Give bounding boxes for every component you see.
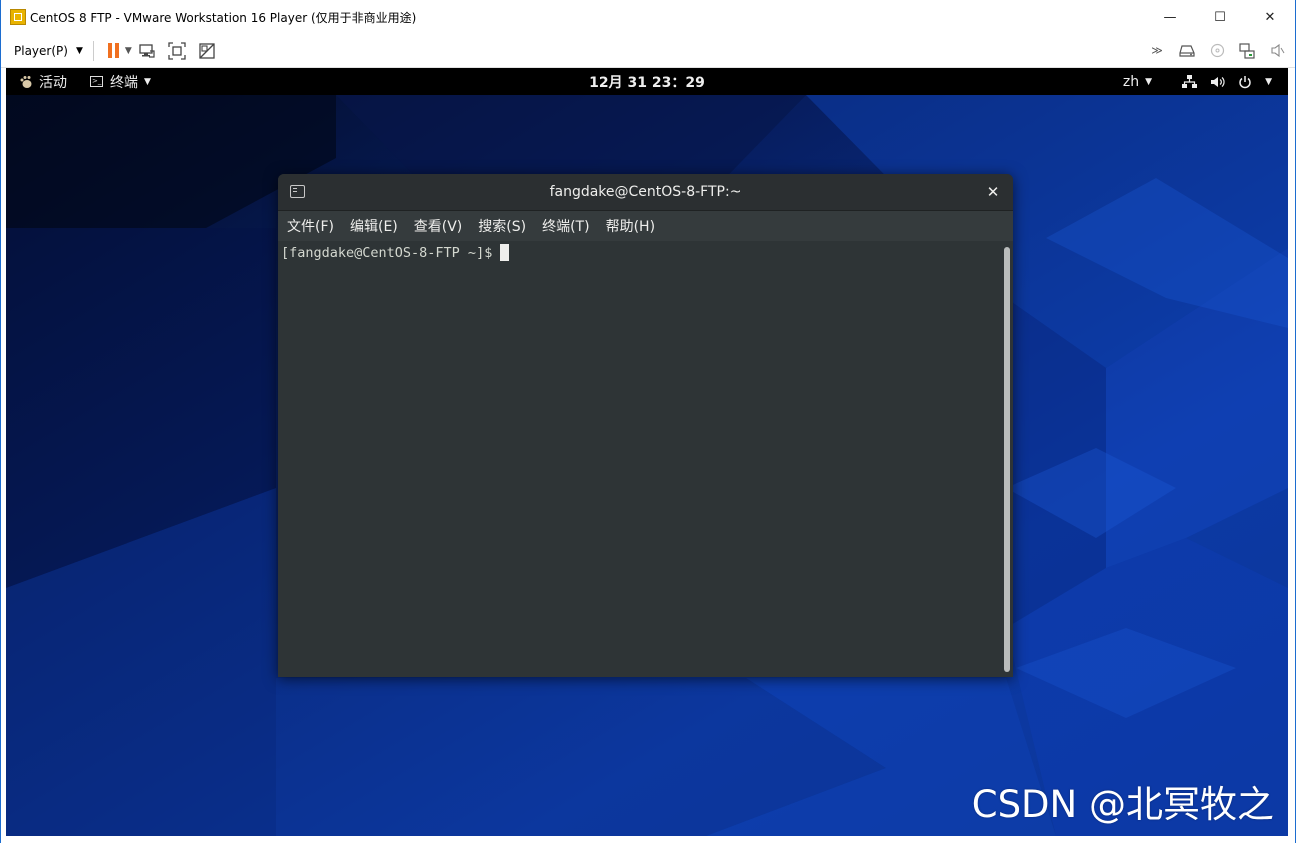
caret-down-icon: ▼ [144, 76, 151, 87]
csdn-watermark: CSDN @北冥牧之 [971, 783, 1274, 826]
chevron-down-icon: ▼ [75, 45, 83, 56]
fullscreen-button[interactable] [168, 41, 186, 60]
minimize-icon: — [1163, 9, 1177, 25]
gnome-foot-icon [20, 75, 32, 88]
cd-dvd-button[interactable] [1209, 43, 1225, 59]
hard-disk-icon [1179, 44, 1195, 57]
close-icon: ✕ [1264, 9, 1276, 25]
menu-view[interactable]: 查看(V) [414, 216, 463, 236]
player-menu-button[interactable]: Player(P) ▼ [14, 44, 83, 58]
unity-button[interactable] [198, 42, 216, 60]
terminal-scrollbar[interactable] [1004, 247, 1010, 672]
app-menu-button[interactable]: >_ 终端 ▼ [90, 68, 151, 95]
prompt-text: [fangdake@CentOS-8-FTP ~]$ [281, 244, 493, 261]
close-icon: ✕ [986, 183, 1000, 201]
network-icon [1181, 74, 1197, 90]
unity-icon [199, 42, 215, 59]
fullscreen-icon [168, 41, 186, 60]
toolbar-divider [92, 40, 94, 61]
vmware-logo-icon [10, 9, 26, 25]
pause-button[interactable]: ▼ [104, 42, 132, 60]
terminal-close-button[interactable]: ✕ [983, 182, 1003, 202]
terminal-title: fangdake@CentOS-8-FTP:~ [549, 184, 742, 200]
chevron-down-icon: ▼ [124, 45, 132, 56]
maximize-icon: ☐ [1214, 9, 1226, 25]
menu-file[interactable]: 文件(F) [287, 216, 334, 236]
pause-icon [107, 43, 119, 58]
toolbar-device-icons: ≫ [1149, 34, 1285, 67]
hard-disk-button[interactable] [1179, 43, 1195, 59]
app-menu-label: 终端 [110, 74, 138, 91]
clock-area: 12月 31 23：29 [6, 68, 1288, 95]
window-title: CentOS 8 FTP - VMware Workstation 16 Pla… [30, 10, 417, 25]
sound-card-button[interactable] [1269, 43, 1285, 59]
player-menu-label: Player(P) [14, 43, 68, 58]
vmware-toolbar: Player(P) ▼ ▼ ≫ [1, 34, 1295, 68]
network-adapter-button[interactable] [1239, 42, 1255, 59]
window-controls: — ☐ ✕ [1145, 0, 1295, 34]
clock-button[interactable]: 12月 31 23：29 [589, 72, 705, 92]
vmware-window: CentOS 8 FTP - VMware Workstation 16 Pla… [0, 0, 1296, 843]
activities-label: 活动 [39, 74, 67, 91]
power-icon [1237, 74, 1253, 90]
speaker-icon [1270, 43, 1284, 58]
terminal-body[interactable]: [fangdake@CentOS-8-FTP ~]$ [278, 241, 1013, 677]
network-adapter-icon [1239, 42, 1255, 59]
language-button[interactable]: zh ▼ [1123, 68, 1152, 95]
guest-display[interactable]: 活动 >_ 终端 ▼ 12月 31 23：29 zh ▼ ▼ fangdake@… [6, 68, 1288, 836]
menu-edit[interactable]: 编辑(E) [350, 216, 398, 236]
cd-icon [1210, 43, 1224, 58]
text-cursor [500, 244, 510, 261]
language-label: zh [1122, 73, 1140, 90]
shell-prompt: [fangdake@CentOS-8-FTP ~]$ [281, 244, 510, 261]
system-menu-button[interactable]: ▼ [1181, 68, 1272, 95]
menu-search[interactable]: 搜索(S) [478, 216, 526, 236]
caret-down-icon: ▼ [1145, 76, 1152, 87]
terminal-icon: >_ [90, 76, 103, 87]
caret-down-icon: ▼ [1265, 76, 1272, 87]
terminal-window[interactable]: fangdake@CentOS-8-FTP:~ ✕ 文件(F) 编辑(E) 查看… [278, 174, 1013, 677]
terminal-header[interactable]: fangdake@CentOS-8-FTP:~ ✕ [278, 174, 1013, 211]
menu-terminal[interactable]: 终端(T) [542, 216, 589, 236]
close-button[interactable]: ✕ [1245, 0, 1295, 34]
send-keys-icon [139, 43, 155, 58]
double-chevron-right-icon: ≫ [1151, 44, 1163, 57]
activities-button[interactable]: 活动 [19, 68, 67, 95]
send-ctrl-alt-del-button[interactable] [138, 42, 156, 60]
vmware-titlebar[interactable]: CentOS 8 FTP - VMware Workstation 16 Pla… [1, 0, 1295, 34]
gnome-top-bar: 活动 >_ 终端 ▼ 12月 31 23：29 zh ▼ ▼ [6, 68, 1288, 95]
terminal-icon[interactable] [290, 185, 305, 198]
minimize-button[interactable]: — [1145, 0, 1195, 34]
volume-icon [1209, 74, 1225, 90]
maximize-button[interactable]: ☐ [1195, 0, 1245, 34]
terminal-menubar: 文件(F) 编辑(E) 查看(V) 搜索(S) 终端(T) 帮助(H) [278, 211, 1013, 241]
more-devices-button[interactable]: ≫ [1149, 43, 1165, 59]
menu-help[interactable]: 帮助(H) [606, 216, 655, 236]
